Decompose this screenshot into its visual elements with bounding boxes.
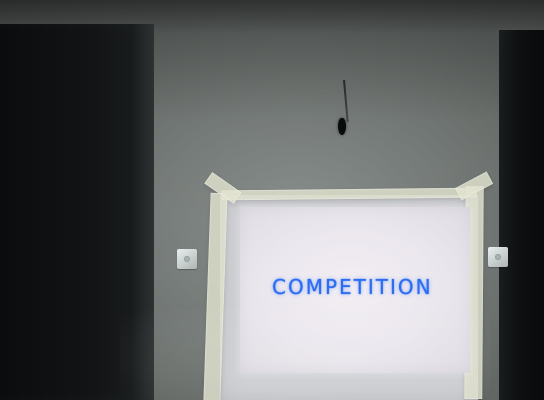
right-dark-doorway	[499, 30, 544, 400]
left-dark-doorway	[0, 24, 154, 400]
left-tape-strip	[203, 192, 228, 400]
top-tape-strip	[220, 187, 478, 201]
light-switch-icon	[177, 249, 197, 269]
hook-icon	[338, 118, 346, 135]
photo-scene: COMPETITION	[0, 0, 544, 400]
projected-competition-text: COMPETITION	[272, 275, 433, 299]
light-switch-icon	[488, 247, 508, 267]
